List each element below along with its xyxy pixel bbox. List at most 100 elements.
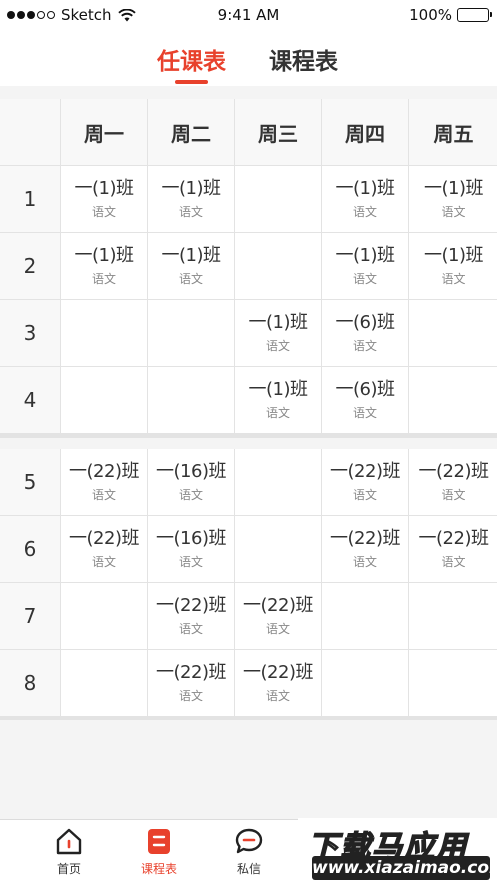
- empty-cell: [409, 650, 497, 716]
- lesson-subject: 语文: [352, 272, 377, 286]
- lesson-cell[interactable]: 一(1)班语文: [409, 166, 497, 232]
- nav-label-messages: 私信: [236, 862, 261, 876]
- watermark: 下载马应用 www.xiazaimao.com: [298, 818, 497, 883]
- period-label: 2: [0, 233, 60, 299]
- lesson-subject: 语文: [441, 272, 466, 286]
- lesson-cell[interactable]: 一(1)班语文: [148, 166, 234, 232]
- lesson-subject: 语文: [441, 488, 466, 502]
- nav-item-schedule[interactable]: 课程表: [129, 826, 189, 877]
- lesson-subject: 语文: [265, 339, 290, 353]
- lesson-cell[interactable]: 一(16)班语文: [148, 516, 234, 582]
- lesson-subject: 语文: [178, 488, 203, 502]
- lesson-subject: 语文: [352, 406, 377, 420]
- lesson-subject: 语文: [91, 555, 116, 569]
- empty-cell: [409, 367, 497, 433]
- empty-cell: [148, 367, 234, 433]
- lesson-class: 一(22)班: [243, 662, 313, 683]
- lesson-subject: 语文: [352, 488, 377, 502]
- message-icon: [235, 828, 263, 854]
- lesson-cell[interactable]: 一(1)班 语文: [61, 233, 147, 299]
- lesson-class: 一(1)班: [248, 312, 309, 333]
- lesson-cell[interactable]: 一(22)班 语文: [235, 650, 321, 716]
- timetable-grid-afternoon: 5 一(22)班 语文 一(16)班 语文 一(22)班 语文 一(22)班 语文 6 一(22)班…: [0, 449, 497, 720]
- lesson-cell[interactable]: 一(22)班 语文: [322, 449, 408, 515]
- period-label: 6: [0, 516, 60, 582]
- empty-cell: [61, 583, 147, 649]
- lesson-subject: 语文: [91, 488, 116, 502]
- lesson-subject: 语文: [441, 555, 466, 569]
- lesson-cell[interactable]: 一(16)班语文: [148, 449, 234, 515]
- empty-cell: [235, 166, 321, 232]
- lesson-cell[interactable]: 一(22)班 语文: [148, 650, 234, 716]
- lesson-cell[interactable]: 一(22)班语文: [235, 583, 321, 649]
- nav-item-messages[interactable]: 私信: [219, 826, 279, 877]
- lesson-cell[interactable]: 一(22)班语文: [409, 449, 497, 515]
- lesson-cell[interactable]: 一(22)班语文: [409, 516, 497, 582]
- tab-class-schedule[interactable]: 课程表: [269, 42, 338, 76]
- lesson-class: 一(1)班: [161, 178, 222, 199]
- lesson-class: 一(1)班: [335, 245, 396, 266]
- lesson-class: 一(6)班: [335, 379, 396, 400]
- nav-label-home: 首页: [56, 862, 81, 876]
- period-label: 8: [0, 650, 60, 716]
- battery-icon: [457, 8, 492, 22]
- lesson-cell[interactable]: 一(1)班语文: [322, 233, 408, 299]
- lesson-subject: 语文: [178, 205, 203, 219]
- lesson-cell[interactable]: 一(22)班 语文: [61, 449, 147, 515]
- empty-cell: [322, 650, 408, 716]
- lesson-class: 一(22)班: [156, 662, 226, 683]
- empty-cell: [322, 583, 408, 649]
- lesson-class: 一(16)班: [156, 461, 226, 482]
- lesson-class: 一(6)班: [335, 312, 396, 333]
- lesson-cell[interactable]: 一(6)班语文: [322, 367, 408, 433]
- lesson-cell[interactable]: 一(22)班语文: [61, 516, 147, 582]
- lesson-cell[interactable]: 一(1)班 语文: [61, 166, 147, 232]
- period-label: 7: [0, 583, 60, 649]
- lesson-subject: 语文: [178, 555, 203, 569]
- lesson-cell[interactable]: 一(1)班 语文: [322, 166, 408, 232]
- lesson-subject: 语文: [178, 622, 203, 636]
- lesson-class: 一(22)班: [243, 595, 313, 616]
- lesson-cell[interactable]: 一(6)班 语文: [322, 300, 408, 366]
- timetable: 周一 周二 周三 周四 周五 1 一(1)班 语文 一(1)班 语文 一(1)班 语文 一(1)班 语文 2…: [0, 86, 497, 819]
- lesson-cell[interactable]: 一(22)班语文: [322, 516, 408, 582]
- lesson-class: 一(22)班: [418, 461, 489, 482]
- empty-cell: [61, 367, 147, 433]
- battery-percent: 100%: [409, 6, 452, 24]
- lesson-class: 一(1)班: [161, 245, 222, 266]
- timetable-corner: [0, 99, 60, 165]
- period-label: 3: [0, 300, 60, 366]
- lesson-class: 一(22)班: [418, 528, 489, 549]
- lesson-class: 一(16)班: [156, 528, 226, 549]
- lesson-class: 一(1)班: [424, 245, 484, 266]
- day-header: 周三: [235, 99, 321, 165]
- tab-teaching-schedule[interactable]: 任课表: [157, 42, 226, 76]
- lesson-class: 一(22)班: [330, 528, 400, 549]
- lesson-cell[interactable]: 一(1)班语文: [148, 233, 234, 299]
- lesson-class: 一(1)班: [424, 178, 484, 199]
- period-label: 4: [0, 367, 60, 433]
- day-header: 周一: [61, 99, 147, 165]
- empty-cell: [148, 300, 234, 366]
- lesson-class: 一(22)班: [69, 528, 139, 549]
- lesson-cell[interactable]: 一(1)班语文: [409, 233, 497, 299]
- day-header: 周五: [409, 99, 497, 165]
- lesson-subject: 语文: [178, 272, 203, 286]
- nav-item-home[interactable]: 首页: [39, 826, 99, 877]
- lesson-subject: 语文: [265, 622, 290, 636]
- empty-cell: [235, 233, 321, 299]
- period-label: 1: [0, 166, 60, 232]
- lesson-cell[interactable]: 一(1)班 语文: [235, 367, 321, 433]
- empty-cell: [409, 583, 497, 649]
- lesson-class: 一(1)班: [74, 178, 135, 199]
- nav-label-schedule: 课程表: [140, 862, 177, 876]
- lesson-cell[interactable]: 一(1)班语文: [235, 300, 321, 366]
- status-bar: Sketch 9:41 AM 100%: [0, 0, 497, 30]
- day-header: 周四: [322, 99, 408, 165]
- lesson-cell[interactable]: 一(22)班 语文: [148, 583, 234, 649]
- lesson-subject: 语文: [441, 205, 466, 219]
- lesson-subject: 语文: [352, 555, 377, 569]
- empty-cell: [409, 300, 497, 366]
- lesson-subject: 语文: [265, 406, 290, 420]
- lesson-subject: 语文: [91, 272, 116, 286]
